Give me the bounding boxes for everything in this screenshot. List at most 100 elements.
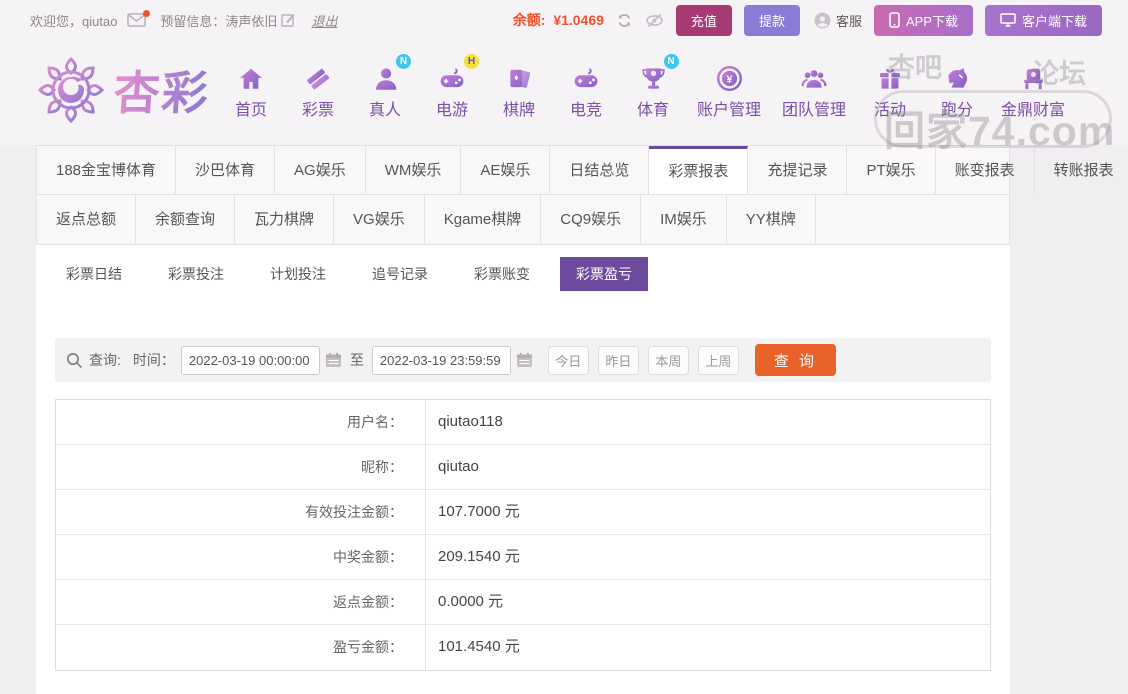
tab-pt[interactable]: PT娱乐 [847, 146, 936, 194]
tab-deposit-withdraw-log[interactable]: 充提记录 [748, 146, 848, 194]
to-label: 至 [349, 352, 364, 368]
nav-label: 体育 [636, 102, 669, 119]
subtab-chase-log[interactable]: 追号记录 [356, 257, 444, 291]
home-icon [237, 60, 265, 92]
hide-balance-eye-icon[interactable] [645, 13, 664, 28]
nav-item-live[interactable]: N 真人 [362, 54, 411, 120]
tab-lottery-report[interactable]: 彩票报表 [649, 146, 749, 194]
row-label: 盈亏金额： [56, 625, 426, 670]
tab-wm[interactable]: WM娱乐 [366, 146, 462, 194]
badge-new: N [396, 54, 411, 69]
tab-transfer-report[interactable]: 转账报表 [1035, 146, 1128, 194]
nav-item-boardgames[interactable]: 棋牌 [496, 60, 542, 120]
top-utility-bar: 欢迎您，qiutao 预留信息：涛声依旧 退出 余额: ¥1.0469 充值 提… [0, 0, 1128, 40]
table-row: 中奖金额： 209.1540 元 [56, 535, 990, 580]
nav-item-egame[interactable]: H 电游 [429, 54, 479, 120]
row-value: 0.0000 元 [438, 593, 504, 610]
page-header: 欢迎您，qiutao 预留信息：涛声依旧 退出 余额: ¥1.0469 充值 提… [0, 0, 1128, 145]
tab-yy[interactable]: YY棋牌 [727, 195, 816, 244]
yesterday-button[interactable]: 昨日 [597, 345, 639, 375]
table-row: 用户名： qiutao118 [56, 400, 990, 445]
site-logo[interactable]: 杏彩 [34, 53, 213, 127]
nav-item-lottery[interactable]: 彩票 [295, 60, 341, 120]
recharge-button[interactable]: 充值 [675, 4, 732, 36]
tab-shaba-sport[interactable]: 沙巴体育 [176, 146, 276, 194]
customer-service-link[interactable]: 客服 [814, 11, 862, 30]
report-tabbar-row2: 返点总额 余额查询 瓦力棋牌 VG娱乐 Kgame棋牌 CQ9娱乐 IM娱乐 Y… [36, 195, 1010, 245]
nav-item-sports[interactable]: N 体育 [630, 54, 679, 120]
nav-item-wealth[interactable]: 金鼎财富 [1001, 60, 1065, 120]
last-week-button[interactable]: 上周 [697, 345, 739, 375]
tab-im[interactable]: IM娱乐 [641, 195, 727, 244]
lottery-ticket-icon [304, 60, 332, 92]
main-navigation: 杏彩 首页 彩票 N 真人 H 电游 棋牌 电竞 N 体育 ¥ 账户管理 团队管… [0, 40, 1128, 140]
client-download-button[interactable]: 客户端下载 [984, 4, 1102, 36]
logout-link[interactable]: 退出 [311, 11, 337, 30]
balance-label: 余额: [512, 12, 546, 28]
table-row: 盈亏金额： 101.4540 元 [56, 625, 990, 670]
logo-text: 杏彩 [112, 57, 213, 123]
row-value: 101.4540 元 [438, 638, 520, 655]
nav-item-account[interactable]: ¥ 账户管理 [697, 60, 761, 120]
search-submit-button[interactable]: 查 询 [754, 344, 836, 376]
cards-icon [506, 60, 532, 92]
unread-dot [143, 10, 151, 17]
nav-items: 首页 彩票 N 真人 H 电游 棋牌 电竞 N 体育 ¥ 账户管理 团队管理 活… [228, 54, 1065, 120]
row-label: 中奖金额： [56, 535, 426, 579]
nav-label: 首页 [234, 102, 267, 119]
tab-daily-summary[interactable]: 日结总览 [550, 146, 650, 194]
subtab-plan-bets[interactable]: 计划投注 [254, 257, 342, 291]
nav-item-racing[interactable]: 跑分 [934, 60, 980, 120]
nav-label: 棋牌 [502, 102, 535, 119]
tab-188sport[interactable]: 188金宝博体育 [37, 146, 177, 194]
badge-hot: H [464, 54, 479, 69]
lottery-subtabs: 彩票日结 彩票投注 计划投注 追号记录 彩票账变 彩票盈亏 [50, 257, 1010, 291]
nav-label: 电游 [435, 102, 468, 119]
subtab-lottery-account-change[interactable]: 彩票账变 [458, 257, 546, 291]
row-value: qiutao118 [438, 413, 503, 430]
withdraw-button[interactable]: 提款 [743, 4, 800, 36]
customer-service-label: 客服 [835, 13, 862, 29]
nav-item-esports[interactable]: 电竞 [563, 60, 609, 120]
sports-trophy-icon: N [640, 54, 679, 92]
tab-cq9[interactable]: CQ9娱乐 [541, 195, 642, 244]
refresh-icon[interactable] [616, 12, 633, 29]
table-row: 昵称： qiutao [56, 445, 990, 490]
table-row: 有效投注金额： 107.7000 元 [56, 490, 990, 535]
nav-item-promotions[interactable]: 活动 [867, 60, 913, 120]
tab-account-change-report[interactable]: 账变报表 [936, 146, 1035, 194]
tab-ag[interactable]: AG娱乐 [275, 146, 366, 194]
subtab-lottery-daily[interactable]: 彩票日结 [50, 257, 138, 291]
tab-ae[interactable]: AE娱乐 [461, 146, 551, 194]
nav-label: 团队管理 [782, 102, 847, 119]
row-label: 返点金额： [56, 580, 426, 624]
calendar-icon[interactable] [516, 352, 533, 368]
tab-balance-query[interactable]: 余额查询 [136, 195, 236, 244]
svg-text:¥: ¥ [726, 74, 732, 86]
calendar-icon[interactable] [325, 352, 342, 368]
client-download-label: 客户端下载 [1021, 13, 1087, 29]
nav-item-team[interactable]: 团队管理 [782, 60, 846, 120]
tab-rebate-total[interactable]: 返点总额 [37, 195, 137, 244]
wealth-throne-icon [1020, 60, 1047, 92]
today-button[interactable]: 今日 [547, 345, 589, 375]
badge-new: N [663, 54, 679, 69]
subtab-lottery-bets[interactable]: 彩票投注 [152, 257, 240, 291]
nav-item-home[interactable]: 首页 [228, 60, 274, 120]
balance-display: 余额: ¥1.0469 [513, 10, 604, 30]
slot-game-icon: H [437, 54, 479, 92]
welcome-text: 欢迎您，qiutao [30, 13, 118, 29]
edit-icon[interactable] [281, 13, 296, 27]
profit-loss-table: 用户名： qiutao118 昵称： qiutao 有效投注金额： 107.70… [55, 399, 991, 671]
subtab-lottery-profit-loss[interactable]: 彩票盈亏 [560, 257, 648, 291]
mail-icon[interactable] [127, 10, 151, 27]
row-value: qiutao [438, 458, 479, 475]
tab-kgame[interactable]: Kgame棋牌 [425, 195, 542, 244]
account-coin-icon: ¥ [716, 60, 743, 92]
tab-wali[interactable]: 瓦力棋牌 [235, 195, 335, 244]
date-to-input[interactable] [371, 345, 511, 375]
app-download-button[interactable]: APP下载 [873, 4, 973, 36]
tab-vg[interactable]: VG娱乐 [334, 195, 425, 244]
this-week-button[interactable]: 本周 [647, 345, 689, 375]
date-from-input[interactable] [180, 345, 320, 375]
